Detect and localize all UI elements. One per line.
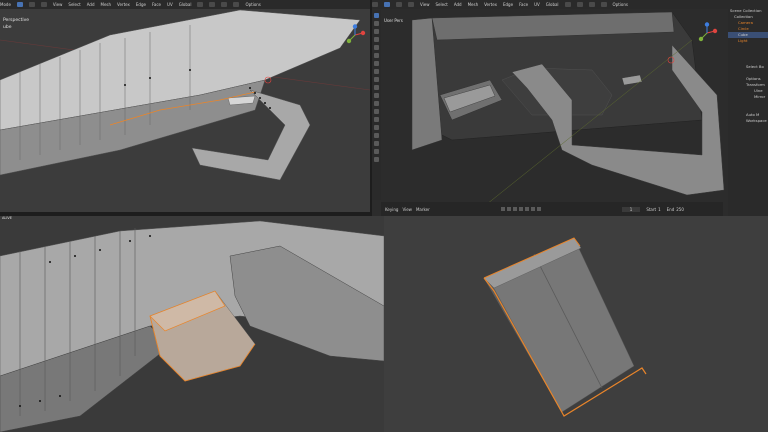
knife-tool-icon[interactable] <box>374 109 379 114</box>
edge-select-icon[interactable] <box>28 2 35 7</box>
properties-workspace[interactable]: Workspace <box>728 118 768 124</box>
menu-select[interactable]: Select <box>436 2 448 7</box>
cursor-tool-icon[interactable] <box>374 21 379 26</box>
mesh-render-bottom-right <box>384 216 768 432</box>
menu-view[interactable]: View <box>420 2 430 7</box>
viewport-top-right[interactable]: View Select Add Mesh Vertex Edge Face UV… <box>372 0 768 216</box>
toolbar <box>372 10 381 200</box>
viewport-bottom-right[interactable] <box>384 216 768 432</box>
mesh-render-bottom-left <box>0 216 384 432</box>
end-frame-label: End <box>666 206 675 212</box>
menu-uv[interactable]: UV <box>534 2 540 7</box>
bevel-tool-icon[interactable] <box>374 93 379 98</box>
transform-tool-icon[interactable] <box>374 53 379 58</box>
timeline-view-menu[interactable]: View <box>402 207 412 212</box>
viewport-top-left[interactable]: Mode View Select Add Mesh Vertex Edge Fa… <box>0 0 370 212</box>
timeline-keying-menu[interactable]: Keying <box>385 207 398 212</box>
record-icon[interactable] <box>500 207 505 211</box>
rotate-tool-icon[interactable] <box>374 37 379 42</box>
vertex-select-icon[interactable] <box>16 2 23 7</box>
current-frame-field[interactable]: 1 <box>621 206 641 212</box>
loop-cut-tool-icon[interactable] <box>374 101 379 106</box>
proportional-edit-icon[interactable] <box>576 2 583 7</box>
shading-icon[interactable] <box>233 2 240 7</box>
measure-tool-icon[interactable] <box>374 69 379 74</box>
annotate-tool-icon[interactable] <box>374 61 379 66</box>
overlay-icon[interactable] <box>588 2 595 7</box>
outliner-properties-panel: Scene Collection Collection Camera Circl… <box>728 0 768 216</box>
shear-tool-icon[interactable] <box>374 149 379 154</box>
shading-icon[interactable] <box>600 2 607 7</box>
select-tool-icon[interactable] <box>374 13 379 18</box>
view-name: Perspective <box>3 18 30 23</box>
extrude-tool-icon[interactable] <box>374 77 379 82</box>
inset-tool-icon[interactable] <box>374 85 379 90</box>
prev-keyframe-icon[interactable] <box>512 207 517 211</box>
outliner-header <box>728 0 768 8</box>
shrink-tool-icon[interactable] <box>374 141 379 146</box>
menu-face[interactable]: Face <box>152 2 161 7</box>
scale-tool-icon[interactable] <box>374 45 379 50</box>
overlay-icon[interactable] <box>221 2 228 7</box>
options-menu[interactable]: Options <box>245 2 260 7</box>
menu-mesh[interactable]: Mesh <box>468 2 479 7</box>
next-keyframe-icon[interactable] <box>530 207 535 211</box>
start-frame-label: Start <box>646 206 657 212</box>
edge-select-icon[interactable] <box>396 2 402 7</box>
jump-end-icon[interactable] <box>536 207 541 211</box>
spin-tool-icon[interactable] <box>374 125 379 130</box>
viewport-bottom-left[interactable]: ALIVE <box>0 216 384 432</box>
move-tool-icon[interactable] <box>374 29 379 34</box>
menu-edge[interactable]: Edge <box>503 2 513 7</box>
viewport-header: View Select Add Mesh Vertex Edge Face UV… <box>372 0 728 9</box>
menu-face[interactable]: Face <box>519 2 528 7</box>
viewport-label: ALIVE <box>2 216 12 220</box>
menu-mesh[interactable]: Mesh <box>101 2 112 7</box>
object-name: ube <box>3 25 12 30</box>
poly-build-tool-icon[interactable] <box>374 117 379 122</box>
viewport-header: Mode View Select Add Mesh Vertex Edge Fa… <box>0 0 370 9</box>
snap-icon[interactable] <box>564 2 571 7</box>
end-frame-field[interactable]: 250 <box>676 207 684 212</box>
rip-tool-icon[interactable] <box>374 157 379 162</box>
navigation-gizmo[interactable] <box>344 24 366 46</box>
view-name: User Pers <box>384 18 403 23</box>
menu-add[interactable]: Add <box>87 2 95 7</box>
play-icon[interactable] <box>524 207 529 211</box>
menu-select[interactable]: Select <box>68 2 80 7</box>
start-frame-field[interactable]: 1 <box>658 207 661 212</box>
options-menu[interactable]: Options <box>613 2 628 7</box>
vertex-select-icon[interactable] <box>384 2 390 7</box>
menu-edge[interactable]: Edge <box>136 2 146 7</box>
menu-uv[interactable]: UV <box>167 2 173 7</box>
timeline-marker-menu[interactable]: Marker <box>416 207 430 212</box>
proportional-edit-icon[interactable] <box>209 2 216 7</box>
timeline: Keying View Marker 1 Start 1 End 250 <box>381 202 723 216</box>
navigation-gizmo[interactable] <box>696 22 718 44</box>
snap-icon[interactable] <box>197 2 204 7</box>
menu-view[interactable]: View <box>53 2 63 7</box>
menu-vertex[interactable]: Vertex <box>484 2 497 7</box>
face-select-icon[interactable] <box>408 2 414 7</box>
transform-orientation[interactable]: Global <box>179 2 192 7</box>
jump-start-icon[interactable] <box>506 207 511 211</box>
transform-orientation[interactable]: Global <box>546 2 559 7</box>
menu-add[interactable]: Add <box>454 2 462 7</box>
play-reverse-icon[interactable] <box>518 207 523 211</box>
smooth-tool-icon[interactable] <box>374 133 379 138</box>
editor-type-icon[interactable] <box>372 2 378 7</box>
mode-menu[interactable]: Mode <box>0 2 11 7</box>
menu-vertex[interactable]: Vertex <box>117 2 130 7</box>
face-select-icon[interactable] <box>40 2 47 7</box>
mesh-render-top-left <box>0 0 370 212</box>
